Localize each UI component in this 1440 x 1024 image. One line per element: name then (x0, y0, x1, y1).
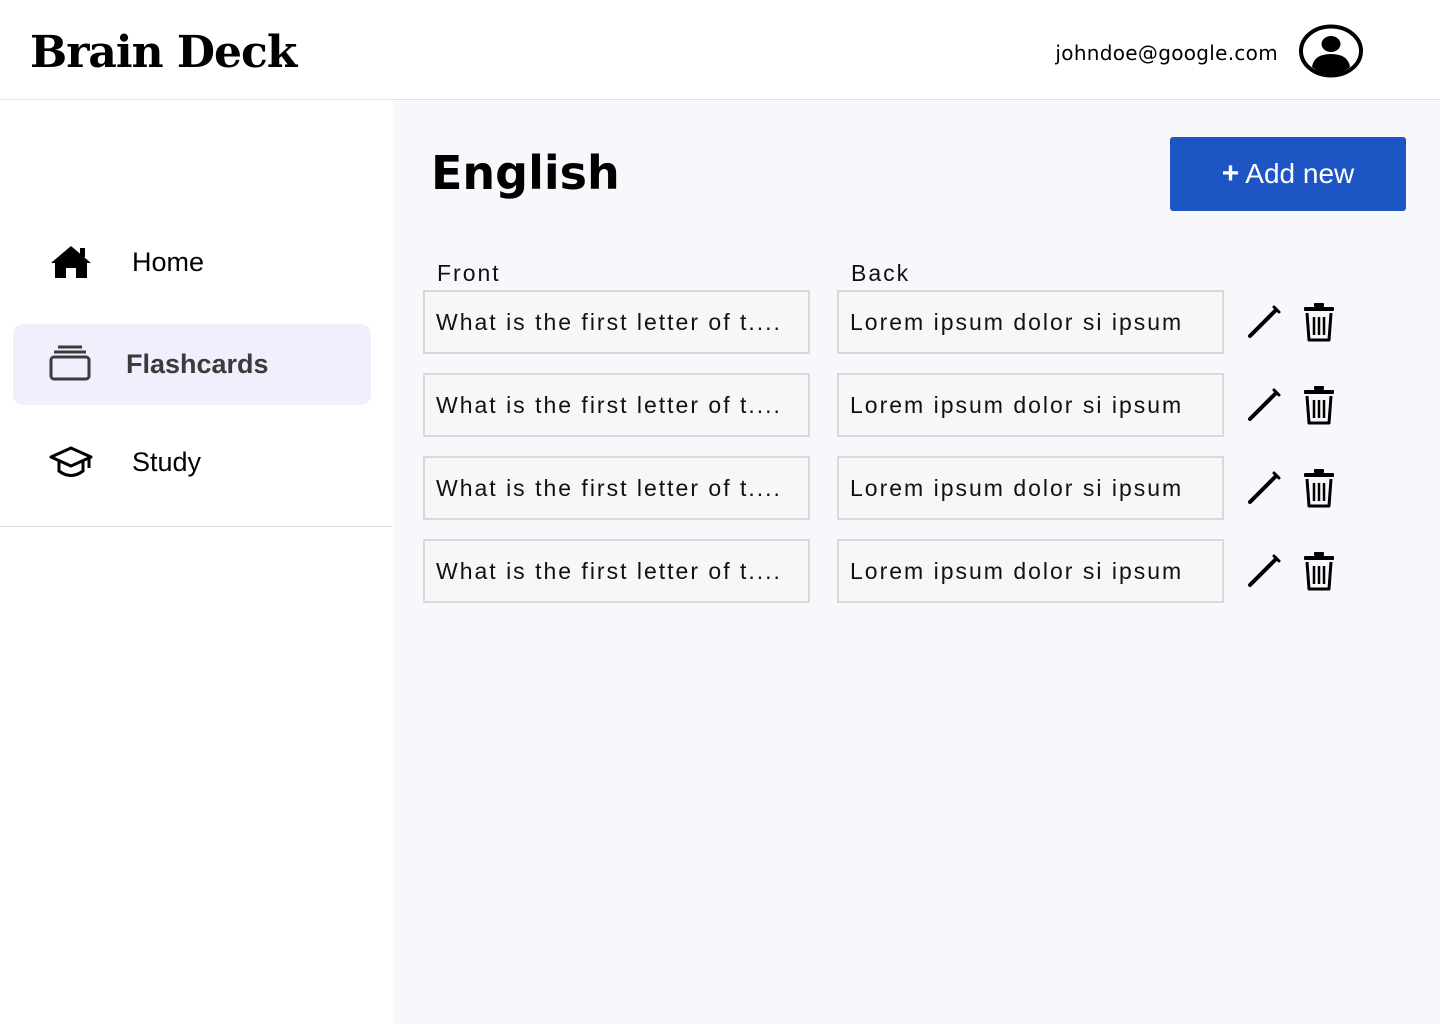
trash-icon[interactable] (1302, 302, 1336, 342)
add-new-label: Add new (1245, 158, 1355, 189)
sidebar-item-label: Study (132, 447, 202, 477)
cards-icon (49, 345, 91, 381)
sidebar-item-home[interactable]: Home (13, 222, 371, 303)
app-header: Brain Deck johndoe@google.com (0, 0, 1440, 100)
column-header-front: Front (437, 260, 501, 286)
column-header-back: Back (851, 260, 911, 286)
sidebar-item-label: Home (132, 247, 205, 277)
plus-icon: + (1221, 157, 1240, 190)
card-front-field[interactable]: What is the first letter of t.... (423, 373, 810, 437)
card-front-field[interactable]: What is the first letter of t.... (423, 456, 810, 520)
sidebar-item-flashcards[interactable]: Flashcards (13, 324, 371, 405)
trash-icon[interactable] (1302, 551, 1336, 591)
edit-pencil-icon[interactable] (1246, 387, 1282, 423)
graduation-cap-icon (49, 446, 93, 477)
card-row: What is the first letter of t.... Lorem … (423, 290, 1353, 356)
sidebar-item-study[interactable]: Study (13, 422, 371, 503)
edit-pencil-icon[interactable] (1246, 304, 1282, 340)
edit-pencil-icon[interactable] (1246, 470, 1282, 506)
card-row: What is the first letter of t.... Lorem … (423, 373, 1353, 439)
card-back-field[interactable]: Lorem ipsum dolor si ipsum (837, 373, 1224, 437)
card-front-field[interactable]: What is the first letter of t.... (423, 539, 810, 603)
card-back-field[interactable]: Lorem ipsum dolor si ipsum (837, 539, 1224, 603)
trash-icon[interactable] (1302, 468, 1336, 508)
sidebar: Home Flashcards Study (0, 101, 392, 1024)
sidebar-divider (0, 526, 392, 527)
home-icon (51, 246, 91, 278)
user-avatar-icon[interactable] (1298, 24, 1364, 78)
trash-icon[interactable] (1302, 385, 1336, 425)
main-content: English + Add new Front Back What is the… (393, 101, 1440, 1024)
user-email: johndoe@google.com (1055, 41, 1278, 65)
edit-pencil-icon[interactable] (1246, 553, 1282, 589)
app-logo[interactable]: Brain Deck (30, 26, 297, 80)
page-title: English (431, 146, 620, 200)
card-front-field[interactable]: What is the first letter of t.... (423, 290, 810, 354)
card-back-field[interactable]: Lorem ipsum dolor si ipsum (837, 456, 1224, 520)
card-row: What is the first letter of t.... Lorem … (423, 456, 1353, 522)
card-row: What is the first letter of t.... Lorem … (423, 539, 1353, 605)
sidebar-item-label: Flashcards (126, 349, 269, 379)
add-new-button[interactable]: + Add new (1170, 137, 1406, 211)
card-back-field[interactable]: Lorem ipsum dolor si ipsum (837, 290, 1224, 354)
